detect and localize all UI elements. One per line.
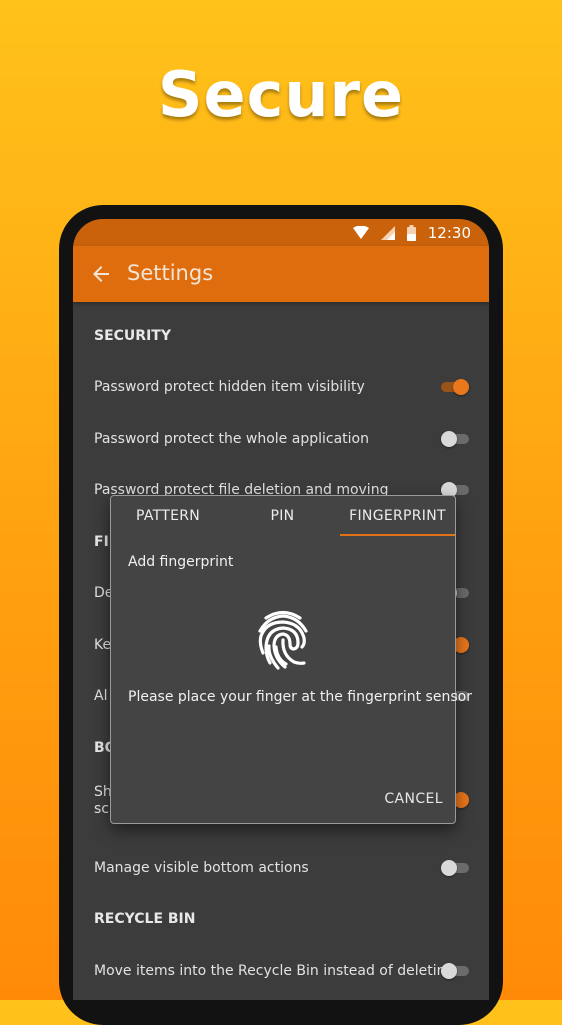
tab-pin[interactable]: PIN [225,496,340,536]
toggle-manage-bottom-actions[interactable] [441,859,469,877]
setting-manage-bottom-actions-label[interactable]: Manage visible bottom actions [94,860,309,876]
phone-screen: 12:30 Settings SECURITY Password protect… [73,219,489,1000]
section-header-security: SECURITY [94,328,171,344]
tab-pattern[interactable]: PATTERN [111,496,225,536]
back-arrow-icon[interactable] [89,262,113,286]
status-bar: 12:30 [73,219,489,246]
setting-file-op-3-label[interactable]: Al [94,688,107,704]
fingerprint-dialog: PATTERN PIN FINGERPRINT Add fingerprint … [110,495,472,824]
setting-bottom-1-label-line2[interactable]: sc [94,801,109,817]
section-header-file-operations: FI [94,534,109,550]
toggle-recycle-bin[interactable] [441,962,469,980]
setting-hidden-item-visibility-label[interactable]: Password protect hidden item visibility [94,379,365,395]
setting-file-op-2-label[interactable]: Ke [94,637,111,653]
toggle-whole-application[interactable] [441,430,469,448]
cancel-button[interactable]: CANCEL [384,791,443,807]
status-time: 12:30 [427,224,471,242]
dialog-title: Add fingerprint [128,554,234,570]
app-bar: Settings [73,246,489,302]
wifi-icon [352,226,369,239]
dialog-message: Please place your finger at the fingerpr… [128,689,472,705]
setting-whole-application-label[interactable]: Password protect the whole application [94,431,369,447]
setting-recycle-bin-label[interactable]: Move items into the Recycle Bin instead … [94,963,454,979]
page-title: Settings [127,261,214,285]
tab-fingerprint[interactable]: FINGERPRINT [340,496,455,536]
battery-icon [406,225,416,241]
fingerprint-icon [258,610,308,670]
section-header-recycle-bin: RECYCLE BIN [94,911,196,927]
headline: Secure [157,58,405,131]
toggle-hidden-item-visibility[interactable] [441,378,469,396]
cell-signal-icon [380,226,395,240]
